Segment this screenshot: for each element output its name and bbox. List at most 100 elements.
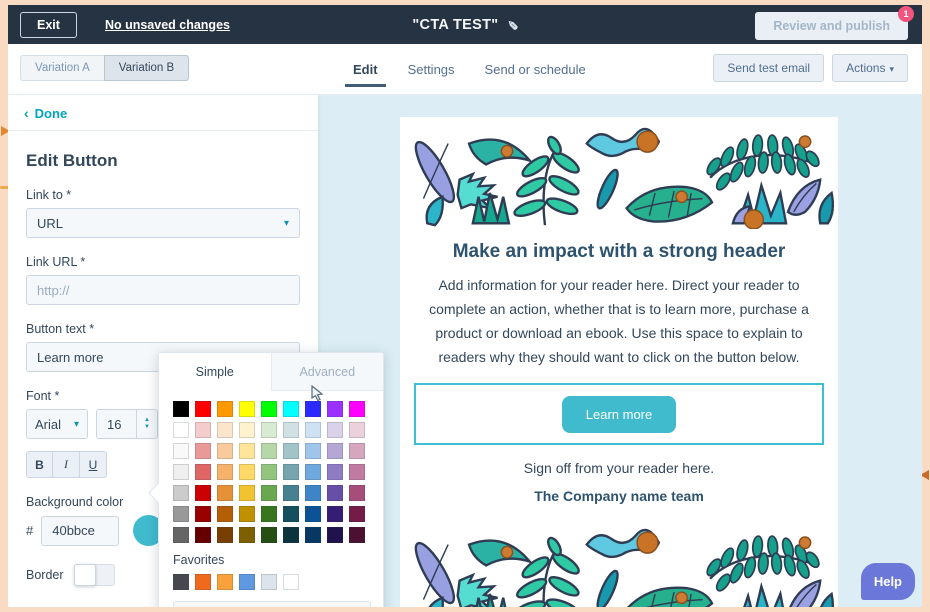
color-swatch[interactable] xyxy=(217,485,233,501)
color-swatch[interactable] xyxy=(349,485,365,501)
font-size-value[interactable]: 16 xyxy=(96,409,136,439)
color-swatch[interactable] xyxy=(349,401,365,417)
color-swatch[interactable] xyxy=(217,527,233,543)
color-swatch[interactable] xyxy=(283,443,299,459)
color-swatch[interactable] xyxy=(349,527,365,543)
color-swatch[interactable] xyxy=(261,527,277,543)
color-swatch[interactable] xyxy=(327,464,343,480)
color-swatch[interactable] xyxy=(195,574,211,590)
color-swatch[interactable] xyxy=(239,506,255,522)
unsaved-changes-link[interactable]: No unsaved changes xyxy=(105,18,230,32)
send-test-email-button[interactable]: Send test email xyxy=(713,54,824,82)
color-swatch[interactable] xyxy=(305,401,321,417)
email-body-text[interactable]: Add information for your reader here. Di… xyxy=(428,273,810,369)
color-swatch[interactable] xyxy=(305,443,321,459)
tab-simple[interactable]: Simple xyxy=(159,353,271,391)
color-swatch[interactable] xyxy=(173,485,189,501)
color-swatch[interactable] xyxy=(305,485,321,501)
color-swatch[interactable] xyxy=(173,506,189,522)
review-and-publish-button[interactable]: Review and publish xyxy=(755,12,908,40)
color-swatch[interactable] xyxy=(327,506,343,522)
color-swatch[interactable] xyxy=(239,527,255,543)
email-heading[interactable]: Make an impact with a strong header xyxy=(400,241,838,263)
color-swatch[interactable] xyxy=(327,527,343,543)
color-swatch[interactable] xyxy=(261,506,277,522)
color-swatch[interactable] xyxy=(261,574,277,590)
color-swatch[interactable] xyxy=(283,422,299,438)
bold-button[interactable]: B xyxy=(26,451,53,478)
color-swatch[interactable] xyxy=(305,422,321,438)
color-swatch[interactable] xyxy=(283,464,299,480)
edit-pencil-icon[interactable]: ✎ xyxy=(504,19,520,30)
color-swatch[interactable] xyxy=(195,485,211,501)
font-size-stepper[interactable]: ▲ ▼ xyxy=(136,409,158,439)
tab-send-or-schedule[interactable]: Send or schedule xyxy=(485,44,586,94)
color-swatch[interactable] xyxy=(195,422,211,438)
color-swatch[interactable] xyxy=(283,574,299,590)
actions-dropdown-button[interactable]: Actions▾ xyxy=(832,54,908,82)
reset-to-default-button[interactable]: Reset to default xyxy=(173,601,371,607)
color-swatch[interactable] xyxy=(239,485,255,501)
link-url-input[interactable] xyxy=(26,275,300,305)
color-swatch[interactable] xyxy=(217,422,233,438)
help-button[interactable]: Help xyxy=(861,563,915,600)
hex-color-input[interactable]: 40bbce xyxy=(41,516,119,546)
color-swatch[interactable] xyxy=(173,401,189,417)
color-swatch[interactable] xyxy=(217,464,233,480)
color-swatch[interactable] xyxy=(327,443,343,459)
color-swatch[interactable] xyxy=(305,506,321,522)
color-swatch[interactable] xyxy=(195,506,211,522)
color-swatch[interactable] xyxy=(195,527,211,543)
color-swatch[interactable] xyxy=(217,574,233,590)
color-swatch[interactable] xyxy=(173,443,189,459)
company-name-text[interactable]: The Company name team xyxy=(400,488,838,504)
color-swatch[interactable] xyxy=(261,485,277,501)
variation-a-tab[interactable]: Variation A xyxy=(20,55,104,81)
variation-b-tab[interactable]: Variation B xyxy=(104,55,189,81)
color-swatch[interactable] xyxy=(283,485,299,501)
color-swatch[interactable] xyxy=(217,443,233,459)
color-swatch[interactable] xyxy=(173,422,189,438)
color-swatch[interactable] xyxy=(173,527,189,543)
cta-button[interactable]: Learn more xyxy=(562,396,676,433)
color-swatch[interactable] xyxy=(349,422,365,438)
color-swatch[interactable] xyxy=(283,527,299,543)
signoff-text[interactable]: Sign off from your reader here. xyxy=(400,460,838,476)
tab-edit[interactable]: Edit xyxy=(353,44,378,94)
color-swatch[interactable] xyxy=(349,464,365,480)
color-swatch[interactable] xyxy=(349,443,365,459)
link-to-select[interactable]: URL ▾ xyxy=(26,208,300,238)
color-swatch[interactable] xyxy=(195,443,211,459)
color-swatch[interactable] xyxy=(327,422,343,438)
color-swatch[interactable] xyxy=(283,401,299,417)
color-swatch[interactable] xyxy=(305,464,321,480)
color-swatch[interactable] xyxy=(217,401,233,417)
color-swatch[interactable] xyxy=(261,401,277,417)
color-swatch[interactable] xyxy=(261,464,277,480)
color-swatch[interactable] xyxy=(349,506,365,522)
font-family-select[interactable]: Arial ▾ xyxy=(26,409,88,439)
color-swatch[interactable] xyxy=(239,464,255,480)
exit-button[interactable]: Exit xyxy=(20,12,77,38)
color-swatch[interactable] xyxy=(173,464,189,480)
color-swatch[interactable] xyxy=(261,443,277,459)
selected-button-module[interactable]: Learn more xyxy=(414,383,824,445)
color-swatch[interactable] xyxy=(239,574,255,590)
color-swatch[interactable] xyxy=(239,443,255,459)
color-swatch[interactable] xyxy=(195,401,211,417)
underline-button[interactable]: U xyxy=(80,451,107,478)
color-swatch[interactable] xyxy=(283,506,299,522)
tab-settings[interactable]: Settings xyxy=(408,44,455,94)
color-swatch[interactable] xyxy=(305,527,321,543)
color-swatch[interactable] xyxy=(261,422,277,438)
color-swatch[interactable] xyxy=(217,506,233,522)
border-toggle[interactable] xyxy=(74,564,115,586)
italic-button[interactable]: I xyxy=(53,451,80,478)
color-swatch[interactable] xyxy=(239,401,255,417)
color-swatch[interactable] xyxy=(327,401,343,417)
tab-advanced[interactable]: Advanced xyxy=(271,353,384,391)
color-swatch[interactable] xyxy=(239,422,255,438)
color-swatch[interactable] xyxy=(173,574,189,590)
color-swatch[interactable] xyxy=(327,485,343,501)
color-swatch[interactable] xyxy=(195,464,211,480)
